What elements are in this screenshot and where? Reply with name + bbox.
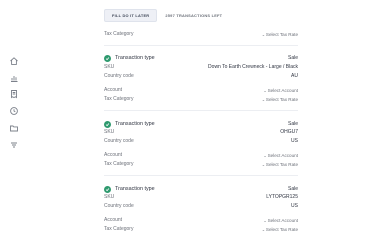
tax-category-row: Tax Category ⌄Select Tax Rate xyxy=(104,95,298,103)
chevron-down-icon: ⌄ xyxy=(263,218,267,223)
account-label: Account xyxy=(104,217,123,223)
card-divider xyxy=(104,175,298,176)
account-row: Account ⌄Select Account xyxy=(104,86,298,94)
transaction-type-label: Transaction type xyxy=(115,55,155,61)
country-code-label: Country code xyxy=(104,73,134,79)
sku-value: OHGU7 xyxy=(280,129,298,135)
home-icon[interactable] xyxy=(9,56,19,66)
account-select[interactable]: ⌄Select Account xyxy=(263,218,298,223)
clock-icon[interactable] xyxy=(9,106,19,116)
chevron-down-icon: ⌄ xyxy=(261,32,265,37)
country-code-row: Country code AU xyxy=(104,72,298,80)
country-code-label: Country code xyxy=(104,203,134,209)
filter-icon[interactable] xyxy=(9,140,19,150)
tax-rate-select[interactable]: ⌄Select Tax Rate xyxy=(262,227,298,232)
account-select[interactable]: ⌄Select Account xyxy=(263,153,298,158)
country-code-row: Country code US xyxy=(104,202,298,210)
account-label: Account xyxy=(104,152,123,158)
transactions-left-counter: 2597 TRANSACTIONS LEFT xyxy=(165,12,223,18)
chevron-down-icon: ⌄ xyxy=(261,97,265,102)
account-select[interactable]: ⌄Select Account xyxy=(263,88,298,93)
tax-rate-select[interactable]: ⌄Select Tax Rate xyxy=(262,162,298,167)
country-code-row: Country code US xyxy=(104,137,298,145)
sku-label: SKU xyxy=(104,64,115,70)
chevron-down-icon: ⌄ xyxy=(261,162,265,167)
receipt-icon[interactable] xyxy=(9,89,19,99)
tax-category-label: Tax Category xyxy=(104,96,134,102)
tax-rate-select[interactable]: ⌄Select Tax Rate xyxy=(262,97,298,102)
country-code-value: US xyxy=(291,138,298,144)
tax-category-label: Tax Category xyxy=(104,31,134,37)
folder-icon[interactable] xyxy=(9,123,19,133)
transaction-type-label: Transaction type xyxy=(115,186,155,192)
transaction-type-row: Transaction type Sale xyxy=(104,185,298,193)
tax-category-label: Tax Category xyxy=(104,226,134,232)
tax-category-row: Tax Category ⌄Select Tax Rate xyxy=(104,225,298,233)
chevron-down-icon: ⌄ xyxy=(263,88,267,93)
top-bar: FILL DO IT LATER 2597 TRANSACTIONS LEFT xyxy=(104,8,222,22)
chevron-down-icon: ⌄ xyxy=(263,153,267,158)
sku-row: SKU Down To Earth Crewneck - Large / Bla… xyxy=(104,63,298,71)
check-circle-icon xyxy=(104,54,111,62)
card-divider xyxy=(104,45,298,46)
transaction-type-value: Sale xyxy=(287,55,298,61)
sku-value: LYTOPGR125 xyxy=(266,194,298,200)
tax-category-label: Tax Category xyxy=(104,161,134,167)
check-circle-icon xyxy=(104,185,111,193)
sku-row: SKU LYTOPGR125 xyxy=(104,193,298,201)
chart-icon[interactable] xyxy=(9,73,19,83)
fill-later-button[interactable]: FILL DO IT LATER xyxy=(104,8,158,22)
tax-rate-select[interactable]: ⌄Select Tax Rate xyxy=(262,32,298,37)
sidebar xyxy=(0,0,30,250)
account-row: Account ⌄Select Account xyxy=(104,151,298,159)
tax-category-row: Tax Category ⌄Select Tax Rate xyxy=(104,30,298,38)
sku-row: SKU OHGU7 xyxy=(104,128,298,136)
transaction-type-value: Sale xyxy=(287,186,298,192)
account-label: Account xyxy=(104,87,123,93)
country-code-value: US xyxy=(291,203,298,209)
tax-category-row: Tax Category ⌄Select Tax Rate xyxy=(104,160,298,168)
country-code-value: AU xyxy=(291,73,298,79)
card-divider xyxy=(104,110,298,111)
sku-label: SKU xyxy=(104,129,115,135)
chevron-down-icon: ⌄ xyxy=(261,227,265,232)
country-code-label: Country code xyxy=(104,138,134,144)
sku-label: SKU xyxy=(104,194,115,200)
transaction-type-value: Sale xyxy=(287,121,298,127)
account-row: Account ⌄Select Account xyxy=(104,216,298,224)
check-circle-icon xyxy=(104,120,111,128)
transaction-type-row: Transaction type Sale xyxy=(104,54,298,62)
transaction-type-row: Transaction type Sale xyxy=(104,120,298,128)
sku-value: Down To Earth Crewneck - Large / Black xyxy=(208,64,298,70)
transaction-type-label: Transaction type xyxy=(115,121,155,127)
